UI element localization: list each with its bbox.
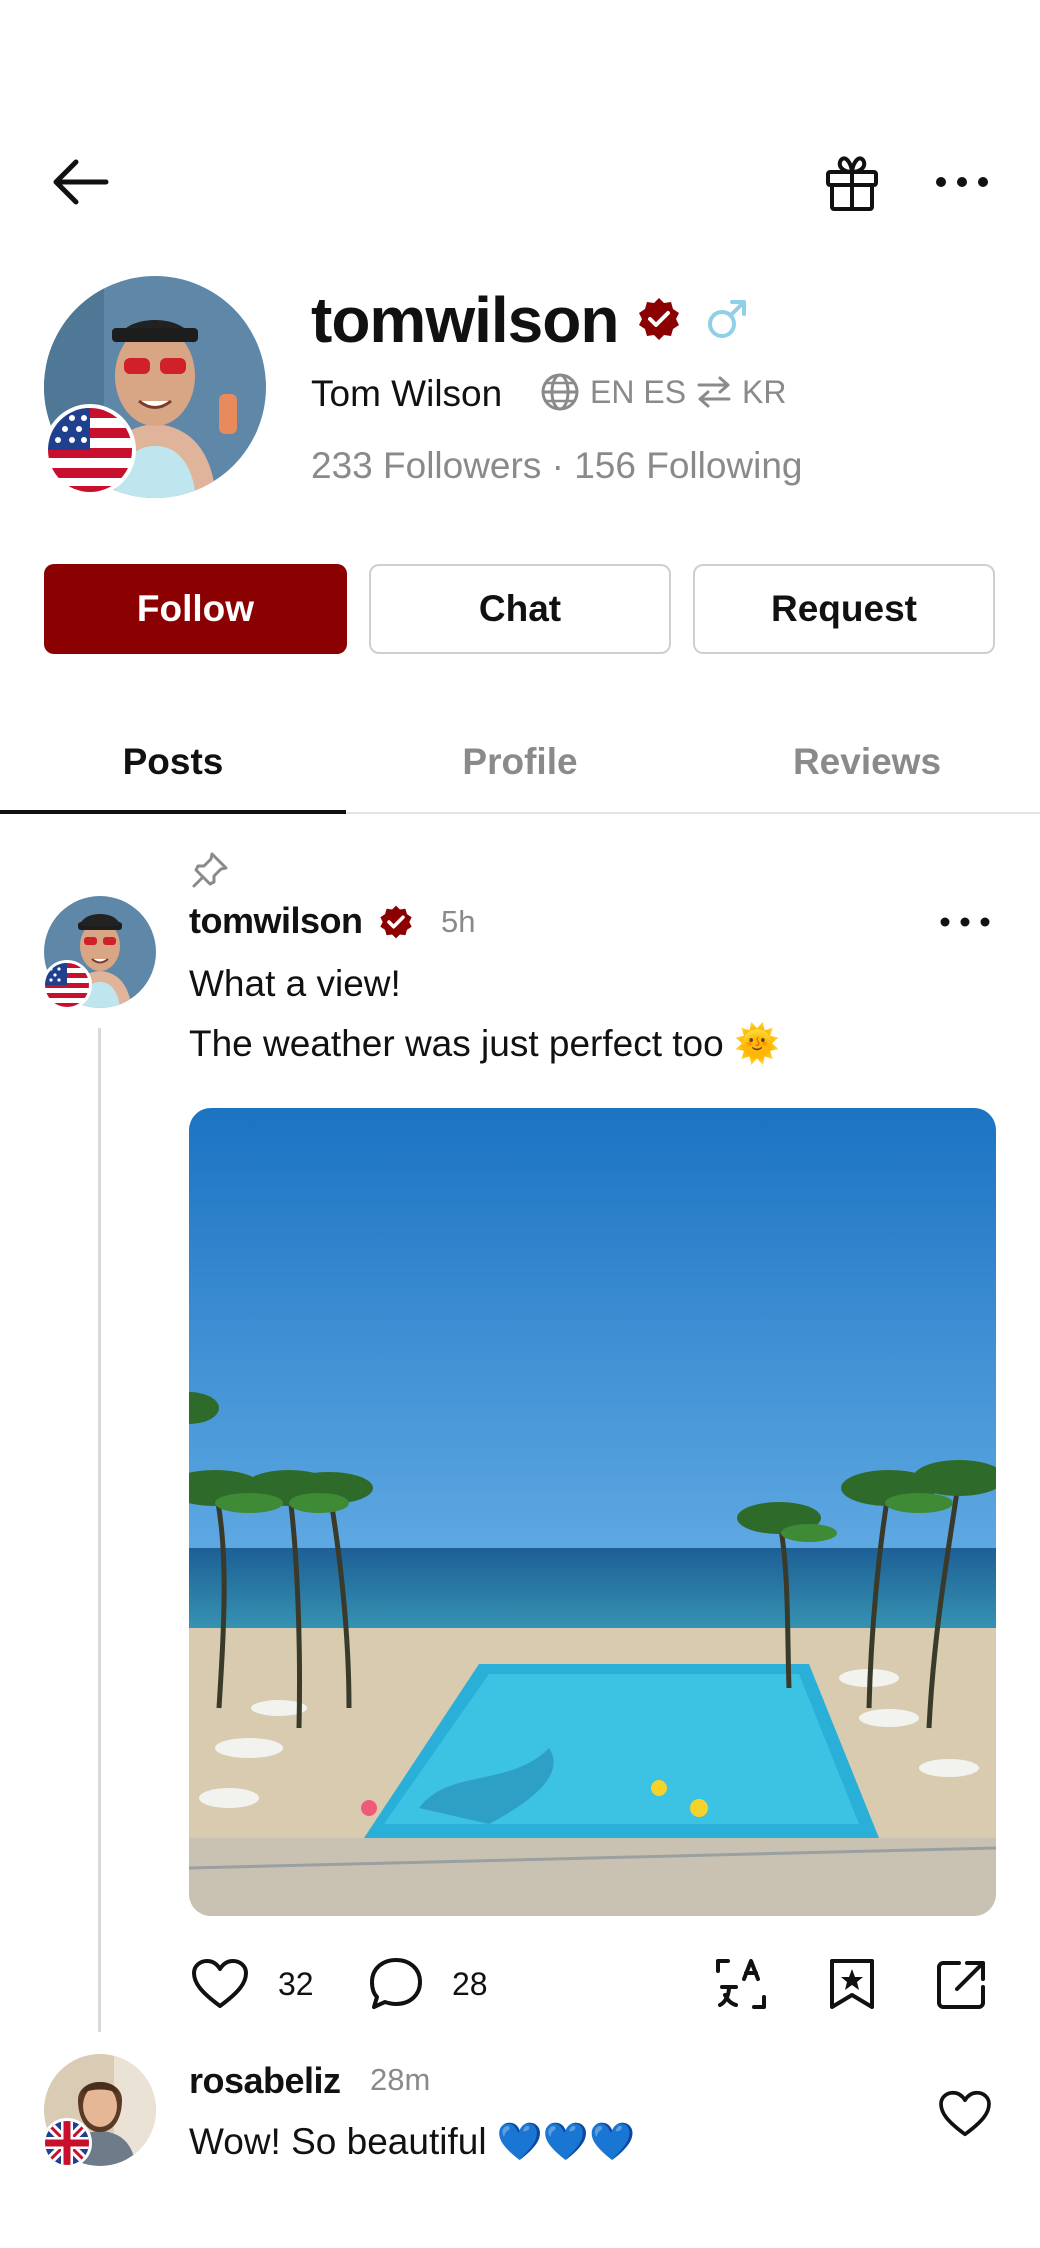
profile-username: tomwilson — [311, 284, 619, 356]
more-horizontal-icon — [936, 177, 988, 187]
uk-flag-badge — [42, 2118, 92, 2168]
globe-icon — [541, 373, 579, 411]
chat-button[interactable]: Chat — [369, 564, 671, 654]
bookmark-button[interactable] — [824, 1956, 880, 2012]
bookmark-star-icon — [830, 1959, 874, 2009]
more-options-button[interactable] — [926, 158, 998, 206]
arrow-left-icon — [53, 159, 109, 205]
native-languages: EN ES — [590, 373, 687, 410]
us-flag-badge — [44, 404, 136, 496]
post-text-line-2: The weather was just perfect too 🌞 — [189, 1023, 781, 1064]
gift-button[interactable] — [816, 148, 888, 216]
reply-timestamp: 28m — [370, 2062, 431, 2097]
translate-button[interactable] — [712, 1956, 770, 2012]
post-timestamp: 5h — [441, 904, 476, 939]
share-external-icon — [937, 1961, 985, 2009]
exchange-arrows-icon — [697, 376, 731, 408]
reply-username[interactable]: rosabeliz — [189, 2060, 341, 2102]
tab-reviews[interactable]: Reviews — [694, 712, 1040, 812]
post-image[interactable] — [189, 1108, 996, 1916]
request-button[interactable]: Request — [693, 564, 995, 654]
comment-bubble-icon — [370, 1958, 422, 2009]
post-username[interactable]: tomwilson — [189, 900, 363, 942]
like-button[interactable] — [190, 1956, 250, 2012]
profile-full-name: Tom Wilson — [311, 373, 503, 414]
share-button[interactable] — [934, 1956, 990, 2012]
follow-button[interactable]: Follow — [44, 564, 347, 654]
pin-icon — [192, 852, 228, 888]
post-more-button[interactable] — [930, 906, 1000, 938]
learning-languages: KR — [742, 373, 787, 410]
tab-profile[interactable]: Profile — [347, 712, 693, 812]
verified-badge-icon — [639, 298, 679, 340]
post-text-line-1: What a view! — [189, 963, 401, 1004]
translate-icon — [716, 1959, 766, 2009]
language-info: EN ES KR — [540, 372, 786, 412]
us-flag-badge-small — [42, 960, 92, 1010]
gift-icon — [826, 156, 878, 211]
comment-count: 28 — [452, 1966, 488, 2002]
back-button[interactable] — [40, 150, 120, 214]
heart-icon — [939, 2090, 991, 2137]
reply-like-button[interactable] — [934, 2086, 996, 2142]
verified-badge-icon-small — [380, 905, 412, 939]
more-horizontal-icon — [940, 917, 990, 927]
male-gender-icon — [708, 300, 746, 338]
reply-text: Wow! So beautiful 💙💙💙 — [189, 2121, 636, 2162]
heart-icon — [192, 1959, 248, 2008]
active-tab-indicator — [0, 810, 346, 814]
thread-line — [98, 1028, 101, 2032]
tab-posts[interactable]: Posts — [0, 712, 346, 812]
profile-tabs: Posts Profile Reviews — [0, 712, 1040, 814]
follow-counts[interactable]: 233 Followers · 156 Following — [311, 442, 803, 490]
comment-button[interactable] — [366, 1956, 426, 2012]
like-count: 32 — [278, 1966, 314, 2002]
